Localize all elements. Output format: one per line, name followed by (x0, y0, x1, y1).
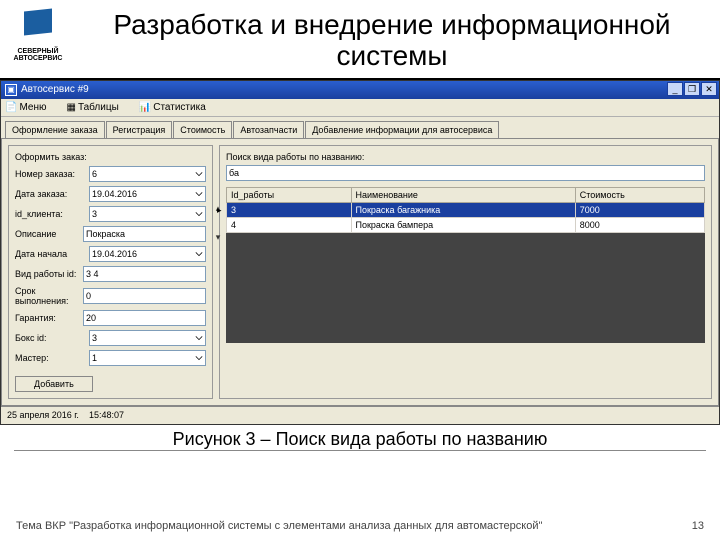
form-label: Описание (15, 229, 83, 239)
form-row-8: Бокс id:3 (15, 330, 206, 346)
grid-header[interactable]: Наименование (351, 187, 575, 202)
table-row[interactable]: 4Покраска бампера8000 (227, 217, 705, 232)
grid-empty-area (226, 233, 705, 343)
menu-item-stats[interactable]: 📊Статистика (139, 102, 216, 113)
form-row-6: Срок выполнения: (15, 286, 206, 306)
form-row-7: Гарантия: (15, 310, 206, 326)
app-window: ▣ Автосервис #9 _ ❐ ✕ 📄Меню ▦Таблицы 📊Ст… (0, 80, 720, 425)
tab-panel: Оформить заказ: Номер заказа:6Дата заказ… (1, 138, 719, 406)
form-input-3[interactable] (83, 226, 206, 242)
logo: СЕВЕРНЫЙ АВТОСЕРВИС (10, 6, 66, 62)
app-icon: ▣ (5, 84, 17, 96)
grid-cell[interactable]: 7000 (575, 202, 704, 217)
figure-caption: Рисунок 3 – Поиск вида работы по названи… (0, 429, 720, 450)
form-input-9[interactable]: 1 (89, 350, 206, 366)
tab-add-info[interactable]: Добавление информации для автосервиса (305, 121, 499, 138)
tab-cost[interactable]: Стоимость (173, 121, 232, 138)
form-input-4[interactable]: 19.04.2016 (89, 246, 206, 262)
search-group: Поиск вида работы по названию: ▴ ▾ Id_ра… (219, 145, 712, 399)
form-label: Срок выполнения: (15, 286, 83, 306)
form-row-4: Дата начала19.04.2016 (15, 246, 206, 262)
tab-strip: Оформление заказа Регистрация Стоимость … (1, 117, 719, 138)
search-input[interactable] (226, 165, 705, 181)
close-button[interactable]: ✕ (701, 82, 717, 96)
grid-wrapper: ▴ ▾ Id_работыНаименованиеСтоимость 3Покр… (226, 187, 705, 343)
form-label: id_клиента: (15, 209, 89, 219)
grid-cell[interactable]: Покраска бампера (351, 217, 575, 232)
minimize-button[interactable]: _ (667, 82, 683, 96)
form-input-2[interactable]: 3 (89, 206, 206, 222)
grid-cell[interactable]: Покраска багажника (351, 202, 575, 217)
footer-text: Тема ВКР "Разработка информационной сист… (16, 520, 542, 532)
results-grid[interactable]: Id_работыНаименованиеСтоимость 3Покраска… (226, 187, 705, 233)
form-input-0[interactable]: 6 (89, 166, 206, 182)
form-input-7[interactable] (83, 310, 206, 326)
slide-title: Разработка и внедрение информационной си… (74, 6, 710, 72)
form-row-2: id_клиента:3 (15, 206, 206, 222)
slide-header: СЕВЕРНЫЙ АВТОСЕРВИС Разработка и внедрен… (0, 0, 720, 80)
form-label: Дата начала (15, 249, 89, 259)
form-input-1[interactable]: 19.04.2016 (89, 186, 206, 202)
footer: Тема ВКР "Разработка информационной сист… (0, 520, 720, 532)
form-row-3: Описание (15, 226, 206, 242)
search-legend: Поиск вида работы по названию: (226, 152, 705, 162)
form-label: Номер заказа: (15, 169, 89, 179)
grid-cell[interactable]: 8000 (575, 217, 704, 232)
window-title: Автосервис #9 (21, 84, 89, 95)
grid-header[interactable]: Стоимость (575, 187, 704, 202)
form-row-9: Мастер:1 (15, 350, 206, 366)
status-date: 25 апреля 2016 г. (7, 410, 79, 420)
statusbar: 25 апреля 2016 г. 15:48:07 (1, 406, 719, 424)
grid-cell[interactable]: 4 (227, 217, 352, 232)
menu-item-menu[interactable]: 📄Меню (5, 102, 56, 113)
form-label: Гарантия: (15, 313, 83, 323)
menubar: 📄Меню ▦Таблицы 📊Статистика (1, 99, 719, 117)
menu-item-tables[interactable]: ▦Таблицы (66, 102, 128, 113)
order-form-legend: Оформить заказ: (15, 152, 206, 162)
titlebar: ▣ Автосервис #9 _ ❐ ✕ (1, 81, 719, 99)
table-row[interactable]: 3Покраска багажника7000 (227, 202, 705, 217)
order-form-group: Оформить заказ: Номер заказа:6Дата заказ… (8, 145, 213, 399)
tab-registration[interactable]: Регистрация (106, 121, 173, 138)
form-input-5[interactable] (83, 266, 206, 282)
footer-divider (14, 450, 706, 451)
page-number: 13 (692, 520, 704, 532)
form-row-1: Дата заказа:19.04.2016 (15, 186, 206, 202)
form-input-6[interactable] (83, 288, 206, 304)
form-label: Вид работы id: (15, 269, 83, 279)
tab-autoparts[interactable]: Автозапчасти (233, 121, 304, 138)
form-row-0: Номер заказа:6 (15, 166, 206, 182)
form-label: Бокс id: (15, 333, 89, 343)
form-row-5: Вид работы id: (15, 266, 206, 282)
form-input-8[interactable]: 3 (89, 330, 206, 346)
form-label: Мастер: (15, 353, 89, 363)
tab-order[interactable]: Оформление заказа (5, 121, 105, 138)
grid-nav-down-icon[interactable]: ▾ (212, 232, 224, 243)
grid-header[interactable]: Id_работы (227, 187, 352, 202)
restore-button[interactable]: ❐ (684, 82, 700, 96)
add-button[interactable]: Добавить (15, 376, 93, 392)
status-time: 15:48:07 (89, 410, 124, 420)
grid-cell[interactable]: 3 (227, 202, 352, 217)
form-label: Дата заказа: (15, 189, 89, 199)
